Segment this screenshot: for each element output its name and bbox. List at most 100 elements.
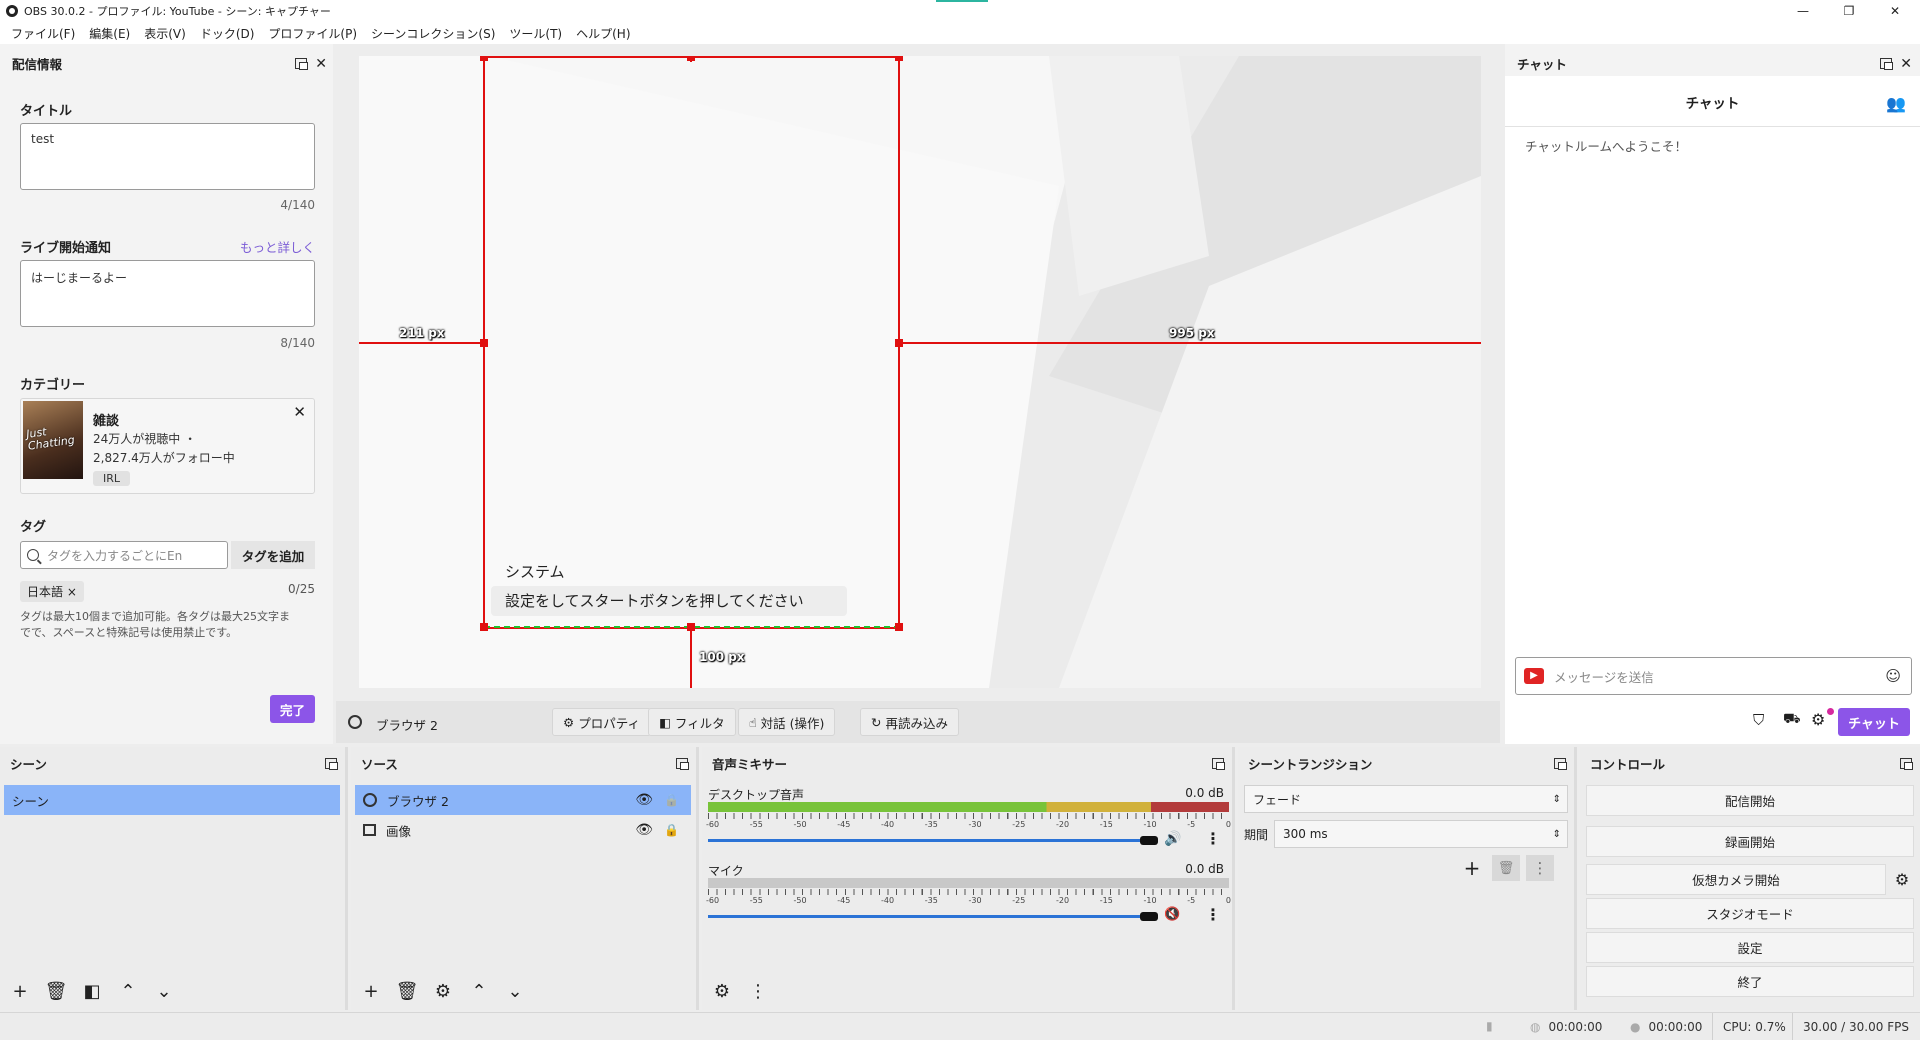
desktop-audio-scale: -60 -55 -50 -45 -40 -35 -30 -25 -20 -15 -10 -5 0 [706, 820, 1231, 829]
eye-icon[interactable]: 👁 [635, 792, 653, 808]
more-options-icon[interactable]: ⋮ [1205, 829, 1221, 848]
interact-button[interactable]: ☝ 対話 (操作) [738, 708, 836, 736]
start-recording-button[interactable]: 録画開始 [1586, 826, 1914, 857]
emoji-icon[interactable]: ☺ [1885, 667, 1901, 685]
menu-profile[interactable]: プロファイル(P) [261, 25, 364, 42]
duration-spinbox[interactable]: 300 ms ⇕ [1274, 820, 1568, 848]
fps-display: 30.00 / 30.00 FPS [1792, 1013, 1920, 1040]
spin-arrows-icon[interactable]: ⇕ [1553, 829, 1561, 840]
desktop-audio-volume-slider[interactable] [708, 839, 1148, 842]
source-item-browser[interactable]: ブラウザ 2 👁 🔒 [355, 785, 691, 815]
tag-chip[interactable]: 日本語 × [20, 581, 84, 602]
offset-left-label: 211 px [399, 326, 445, 340]
float-dock-icon[interactable] [676, 757, 689, 770]
source-item-image[interactable]: 画像 👁 🔒 [355, 815, 691, 845]
menu-scene-collection[interactable]: シーンコレクション(S) [364, 25, 502, 42]
preview-canvas[interactable]: 211 px 995 px 100 px システム 設定をしてスタートボタンを押… [359, 56, 1481, 688]
float-dock-icon[interactable] [325, 757, 338, 770]
menu-help[interactable]: ヘルプ(H) [569, 25, 637, 42]
properties-button[interactable]: ⚙ プロパティ [552, 708, 651, 736]
menu-view[interactable]: 表示(V) [137, 25, 193, 42]
filter-icon[interactable]: ◧ [78, 978, 106, 1004]
menu-file[interactable]: ファイル(F) [4, 25, 82, 42]
mic-volume-handle[interactable] [1140, 912, 1158, 921]
gear-icon: ⚙ [563, 714, 575, 730]
close-button[interactable]: ✕ [1872, 0, 1918, 22]
close-dock-icon[interactable]: ✕ [315, 57, 327, 71]
category-name: 雑談 [93, 414, 120, 429]
gear-icon[interactable]: ⚙ [429, 978, 457, 1004]
chat-input[interactable]: ▶ メッセージを送信 ☺ [1515, 657, 1912, 695]
hand-icon: ☝ [749, 714, 757, 730]
move-down-icon[interactable]: ⌄ [150, 978, 178, 1004]
overlay-message: 設定をしてスタートボタンを押してください [505, 592, 804, 610]
transition-menu-icon[interactable]: ⋮ [1526, 855, 1554, 881]
float-dock-icon[interactable] [1880, 58, 1894, 70]
studio-mode-button[interactable]: スタジオモード [1586, 898, 1914, 929]
chat-panel: チャット ✕ チャット 👥 チャットルームへようこそ！ ▶ メッセージを送信 ☺… [1505, 44, 1920, 744]
menu-edit[interactable]: 編集(E) [82, 25, 137, 42]
done-button[interactable]: 完了 [270, 695, 315, 723]
cart-icon[interactable]: ⛟ [1783, 711, 1801, 729]
chat-dock-title: チャット [1517, 57, 1567, 72]
mic-label: マイク [708, 864, 744, 878]
notification-textbox[interactable]: はーじまーるよー [20, 260, 315, 327]
menu-tools[interactable]: ツール(T) [502, 25, 569, 42]
tag-input[interactable]: タグを入力するごとにEn [20, 541, 228, 569]
mixer-menu-icon[interactable]: ⋮ [744, 978, 772, 1004]
category-card[interactable]: Just Chatting 雑談 24万人が視聴中 ・ 2,827.4万人がフォ… [20, 398, 315, 494]
notification-label: ライブ開始通知 [20, 241, 112, 256]
trash-icon[interactable]: 🗑 [42, 978, 70, 1004]
settings-icon[interactable]: ⚙ [1811, 710, 1825, 729]
tag-help-text: タグは最大10個まで追加可能。各タグは最大25文字までで、スペースと特殊記号は使… [20, 610, 290, 639]
lock-icon[interactable]: 🔒 [664, 793, 679, 807]
chat-send-button[interactable]: チャット [1838, 708, 1910, 736]
virtual-camera-gear-icon[interactable]: ⚙ [1890, 864, 1914, 895]
start-virtual-camera-button[interactable]: 仮想カメラ開始 [1586, 864, 1886, 895]
add-tag-button[interactable]: タグを追加 [231, 541, 315, 569]
eye-icon[interactable]: 👁 [635, 822, 653, 838]
float-dock-icon[interactable] [1900, 757, 1913, 770]
float-dock-icon[interactable] [1212, 757, 1225, 770]
muted-speaker-icon[interactable]: 🔇 [1164, 907, 1180, 922]
users-icon[interactable]: 👥 [1886, 94, 1906, 113]
move-down-icon[interactable]: ⌄ [501, 978, 529, 1004]
add-transition-icon[interactable]: + [1458, 855, 1486, 881]
duration-label: 期間 [1244, 828, 1269, 842]
offset-right-label: 995 px [1169, 326, 1215, 340]
maximize-button[interactable]: ❐ [1826, 0, 1872, 22]
remove-category-icon[interactable]: ✕ [293, 403, 306, 421]
float-dock-icon[interactable] [295, 58, 309, 70]
learn-more-link[interactable]: もっと詳しく [240, 237, 315, 256]
transitions-title: シーントランジション [1248, 756, 1373, 772]
close-dock-icon[interactable]: ✕ [1900, 57, 1912, 71]
scene-item[interactable]: シーン [4, 785, 340, 815]
shield-icon[interactable]: ⛉ [1753, 711, 1764, 729]
minimize-button[interactable]: — [1780, 0, 1826, 22]
add-icon[interactable]: + [6, 978, 34, 1004]
float-dock-icon[interactable] [1554, 757, 1567, 770]
add-icon[interactable]: + [357, 978, 385, 1004]
lock-icon[interactable]: 🔒 [664, 823, 679, 837]
desktop-audio-label: デスクトップ音声 [708, 788, 805, 802]
more-options-icon[interactable]: ⋮ [1205, 905, 1221, 924]
move-up-icon[interactable]: ⌃ [465, 978, 493, 1004]
advanced-audio-gear-icon[interactable]: ⚙ [708, 978, 736, 1004]
trash-icon[interactable]: 🗑 [393, 978, 421, 1004]
settings-button[interactable]: 設定 [1586, 932, 1914, 963]
start-streaming-button[interactable]: 配信開始 [1586, 785, 1914, 816]
exit-button[interactable]: 終了 [1586, 966, 1914, 997]
remove-transition-icon[interactable]: 🗑 [1492, 855, 1520, 881]
stream-timer: ◍ 00:00:00 [1530, 1020, 1603, 1034]
move-up-icon[interactable]: ⌃ [114, 978, 142, 1004]
transition-select[interactable]: フェード ⇕ [1244, 785, 1568, 813]
mic-scale: -60 -55 -50 -45 -40 -35 -30 -25 -20 -15 -10 -5 0 [706, 896, 1231, 905]
title-bar: OBS 30.0.2 - プロファイル: YouTube - シーン: キャプチ… [0, 0, 1920, 22]
title-textbox[interactable]: test [20, 123, 315, 190]
menu-docks[interactable]: ドック(D) [193, 25, 262, 42]
mic-volume-slider[interactable] [708, 915, 1148, 918]
reload-button[interactable]: ↻ 再読み込み [860, 708, 959, 736]
filters-button[interactable]: ◧ フィルタ [648, 708, 736, 736]
desktop-audio-volume-handle[interactable] [1140, 836, 1158, 845]
speaker-icon[interactable]: 🔊 [1164, 831, 1181, 847]
